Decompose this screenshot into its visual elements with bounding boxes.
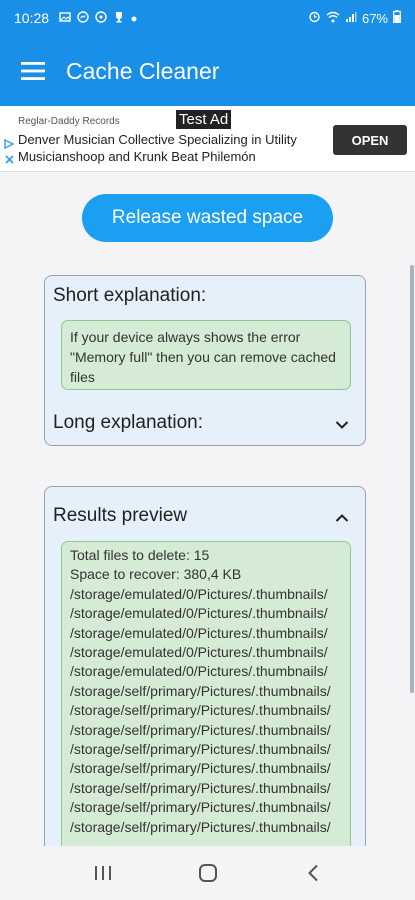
long-explanation-heading[interactable]: Long explanation: [53, 412, 203, 434]
results-line: /storage/emulated/0/Pictures/.thumbnails… [70, 605, 328, 622]
results-line: Space to recover: 380,4 KB [70, 566, 242, 583]
results-line: /storage/self/primary/Pictures/.thumbnai… [70, 682, 331, 699]
results-preview-heading[interactable]: Results preview [53, 505, 187, 527]
test-ad-badge: Test Ad [176, 110, 232, 129]
app-bar: Cache Cleaner [0, 36, 415, 106]
results-line: /storage/emulated/0/Pictures/.thumbnails… [70, 624, 328, 641]
results-line: /storage/self/primary/Pictures/.thumbnai… [70, 760, 331, 777]
results-line: Total files to delete: 15 [70, 547, 210, 563]
ad-text[interactable]: Denver Musician Collective Specializing … [18, 131, 330, 165]
hamburger-icon [21, 62, 45, 80]
battery-icon [393, 10, 401, 26]
home-button[interactable] [178, 853, 238, 893]
results-line: /storage/emulated/0/Pictures/.thumbnails… [70, 663, 328, 680]
results-line: /storage/self/primary/Pictures/.thumbnai… [70, 741, 331, 758]
ad-choices-icon[interactable] [3, 138, 17, 173]
ad-open-button[interactable]: OPEN [333, 125, 407, 155]
image-icon [59, 11, 71, 25]
results-line: /storage/self/primary/Pictures/.thumbnai… [70, 818, 331, 835]
short-explanation-text: If your device always shows the error "M… [61, 320, 351, 390]
app-title: Cache Cleaner [66, 57, 220, 84]
scrollbar[interactable] [410, 265, 414, 693]
home-icon [198, 864, 217, 882]
dot-icon [131, 12, 137, 24]
recents-icon [94, 866, 111, 880]
hamburger-menu-button[interactable] [0, 36, 66, 106]
explanation-card: Short explanation: If your device always… [44, 275, 366, 446]
status-bar: 10:28 67% [0, 0, 415, 36]
alarm-icon [308, 10, 321, 26]
chevron-down-icon[interactable] [335, 417, 349, 435]
ad-source: Reglar-Daddy Records [18, 116, 120, 127]
results-line: /storage/self/primary/Pictures/.thumbnai… [70, 702, 331, 719]
results-list: Total files to delete: 15 Space to recov… [61, 541, 351, 846]
back-button[interactable] [283, 853, 343, 893]
results-line: /storage/emulated/0/Pictures/.thumbnails… [70, 585, 328, 602]
results-line: /storage/self/primary/Pictures/.thumbnai… [70, 799, 331, 816]
short-explanation-heading: Short explanation: [53, 285, 207, 306]
chevron-up-icon[interactable] [335, 510, 349, 528]
signal-icon [345, 11, 357, 26]
back-icon [307, 864, 318, 882]
trophy-icon [113, 11, 125, 25]
system-nav-bar [0, 846, 415, 900]
status-time: 10:28 [14, 10, 50, 26]
whatsapp-icon [95, 11, 107, 25]
battery-level: 67% [361, 10, 388, 26]
wifi-icon [326, 11, 340, 26]
results-line: /storage/emulated/0/Pictures/.thumbnails… [70, 644, 328, 661]
messenger-icon [77, 11, 89, 25]
recents-button[interactable] [73, 853, 133, 893]
results-line: /storage/self/primary/Pictures/.thumbnai… [70, 721, 331, 738]
results-preview-card: Results preview Total files to delete: 1… [44, 486, 366, 846]
release-wasted-space-button[interactable]: Release wasted space [82, 194, 333, 242]
main-content: Release wasted space Short explanation: … [0, 172, 415, 846]
results-line: /storage/self/primary/Pictures/.thumbnai… [70, 779, 331, 796]
